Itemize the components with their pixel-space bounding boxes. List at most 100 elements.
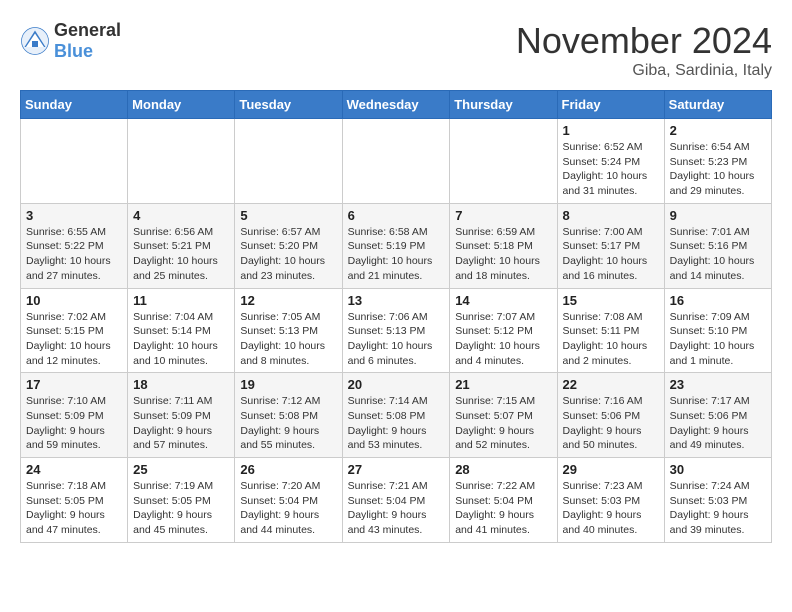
calendar-cell <box>235 119 342 204</box>
day-info: Sunrise: 6:56 AM Sunset: 5:21 PM Dayligh… <box>133 225 229 284</box>
day-number: 14 <box>455 293 551 308</box>
calendar-cell: 1 Sunrise: 6:52 AM Sunset: 5:24 PM Daylig… <box>557 119 664 204</box>
calendar-week-row: 10 Sunrise: 7:02 AM Sunset: 5:15 PM Dayli… <box>21 288 772 373</box>
day-info: Sunrise: 7:15 AM Sunset: 5:07 PM Dayligh… <box>455 394 551 453</box>
calendar-cell: 7Sunrise: 6:59 AM Sunset: 5:18 PM Daylig… <box>450 203 557 288</box>
day-number: 26 <box>240 462 336 477</box>
weekday-header: Sunday <box>21 91 128 119</box>
calendar-cell: 15 Sunrise: 7:08 AM Sunset: 5:11 PM Dayli… <box>557 288 664 373</box>
day-info: Sunrise: 7:16 AM Sunset: 5:06 PM Dayligh… <box>563 394 659 453</box>
calendar-cell: 21 Sunrise: 7:15 AM Sunset: 5:07 PM Dayli… <box>450 373 557 458</box>
calendar-cell <box>128 119 235 204</box>
day-number: 19 <box>240 377 336 392</box>
calendar-table: SundayMondayTuesdayWednesdayThursdayFrid… <box>20 90 772 543</box>
calendar-cell: 19 Sunrise: 7:12 AM Sunset: 5:08 PM Dayli… <box>235 373 342 458</box>
day-info: Sunrise: 7:00 AM Sunset: 5:17 PM Dayligh… <box>563 225 659 284</box>
weekday-header: Friday <box>557 91 664 119</box>
day-info: Sunrise: 7:07 AM Sunset: 5:12 PM Dayligh… <box>455 310 551 369</box>
calendar-cell: 25Sunrise: 7:19 AM Sunset: 5:05 PM Dayli… <box>128 458 235 543</box>
day-number: 1 <box>563 123 659 138</box>
day-number: 8 <box>563 208 659 223</box>
day-info: Sunrise: 6:57 AM Sunset: 5:20 PM Dayligh… <box>240 225 336 284</box>
calendar-cell: 14 Sunrise: 7:07 AM Sunset: 5:12 PM Dayli… <box>450 288 557 373</box>
location-subtitle: Giba, Sardinia, Italy <box>516 62 772 80</box>
calendar-cell: 4 Sunrise: 6:56 AM Sunset: 5:21 PM Daylig… <box>128 203 235 288</box>
calendar-cell: 12 Sunrise: 7:05 AM Sunset: 5:13 PM Dayli… <box>235 288 342 373</box>
month-title: November 2024 <box>516 20 772 62</box>
day-info: Sunrise: 7:23 AM Sunset: 5:03 PM Dayligh… <box>563 479 659 538</box>
calendar-cell: 30 Sunrise: 7:24 AM Sunset: 5:03 PM Dayli… <box>664 458 771 543</box>
day-info: Sunrise: 7:24 AM Sunset: 5:03 PM Dayligh… <box>670 479 766 538</box>
calendar-cell: 27 Sunrise: 7:21 AM Sunset: 5:04 PM Dayli… <box>342 458 450 543</box>
day-info: Sunrise: 6:55 AM Sunset: 5:22 PM Dayligh… <box>26 225 122 284</box>
day-info: Sunrise: 6:52 AM Sunset: 5:24 PM Dayligh… <box>563 140 659 199</box>
day-info: Sunrise: 7:11 AM Sunset: 5:09 PM Dayligh… <box>133 394 229 453</box>
logo: General Blue <box>20 20 121 62</box>
calendar-cell: 17 Sunrise: 7:10 AM Sunset: 5:09 PM Dayli… <box>21 373 128 458</box>
calendar-cell: 22 Sunrise: 7:16 AM Sunset: 5:06 PM Dayli… <box>557 373 664 458</box>
day-number: 28 <box>455 462 551 477</box>
day-number: 3 <box>26 208 122 223</box>
day-number: 15 <box>563 293 659 308</box>
day-number: 30 <box>670 462 766 477</box>
day-number: 10 <box>26 293 122 308</box>
day-number: 4 <box>133 208 229 223</box>
day-number: 23 <box>670 377 766 392</box>
day-info: Sunrise: 7:06 AM Sunset: 5:13 PM Dayligh… <box>348 310 445 369</box>
day-info: Sunrise: 7:14 AM Sunset: 5:08 PM Dayligh… <box>348 394 445 453</box>
day-number: 21 <box>455 377 551 392</box>
calendar-cell: 23 Sunrise: 7:17 AM Sunset: 5:06 PM Dayli… <box>664 373 771 458</box>
day-info: Sunrise: 7:05 AM Sunset: 5:13 PM Dayligh… <box>240 310 336 369</box>
day-info: Sunrise: 7:10 AM Sunset: 5:09 PM Dayligh… <box>26 394 122 453</box>
day-number: 13 <box>348 293 445 308</box>
day-number: 12 <box>240 293 336 308</box>
day-info: Sunrise: 7:21 AM Sunset: 5:04 PM Dayligh… <box>348 479 445 538</box>
weekday-header: Monday <box>128 91 235 119</box>
day-number: 11 <box>133 293 229 308</box>
day-info: Sunrise: 7:04 AM Sunset: 5:14 PM Dayligh… <box>133 310 229 369</box>
calendar-week-row: 1 Sunrise: 6:52 AM Sunset: 5:24 PM Daylig… <box>21 119 772 204</box>
day-number: 2 <box>670 123 766 138</box>
day-number: 5 <box>240 208 336 223</box>
logo-icon <box>20 26 50 56</box>
calendar-cell: 9Sunrise: 7:01 AM Sunset: 5:16 PM Daylig… <box>664 203 771 288</box>
day-number: 27 <box>348 462 445 477</box>
day-info: Sunrise: 7:22 AM Sunset: 5:04 PM Dayligh… <box>455 479 551 538</box>
weekday-header: Saturday <box>664 91 771 119</box>
calendar-cell: 20 Sunrise: 7:14 AM Sunset: 5:08 PM Dayli… <box>342 373 450 458</box>
calendar-cell: 2 Sunrise: 6:54 AM Sunset: 5:23 PM Daylig… <box>664 119 771 204</box>
day-info: Sunrise: 7:09 AM Sunset: 5:10 PM Dayligh… <box>670 310 766 369</box>
weekday-header: Wednesday <box>342 91 450 119</box>
day-number: 17 <box>26 377 122 392</box>
weekday-header: Tuesday <box>235 91 342 119</box>
day-info: Sunrise: 7:20 AM Sunset: 5:04 PM Dayligh… <box>240 479 336 538</box>
calendar-cell: 6Sunrise: 6:58 AM Sunset: 5:19 PM Daylig… <box>342 203 450 288</box>
calendar-cell <box>21 119 128 204</box>
logo-general: General <box>54 20 121 40</box>
day-info: Sunrise: 7:08 AM Sunset: 5:11 PM Dayligh… <box>563 310 659 369</box>
calendar-cell: 8 Sunrise: 7:00 AM Sunset: 5:17 PM Daylig… <box>557 203 664 288</box>
day-number: 6 <box>348 208 445 223</box>
day-info: Sunrise: 7:12 AM Sunset: 5:08 PM Dayligh… <box>240 394 336 453</box>
day-info: Sunrise: 6:59 AM Sunset: 5:18 PM Dayligh… <box>455 225 551 284</box>
calendar-week-row: 3 Sunrise: 6:55 AM Sunset: 5:22 PM Daylig… <box>21 203 772 288</box>
calendar-week-row: 24Sunrise: 7:18 AM Sunset: 5:05 PM Dayli… <box>21 458 772 543</box>
calendar-cell: 18Sunrise: 7:11 AM Sunset: 5:09 PM Dayli… <box>128 373 235 458</box>
day-info: Sunrise: 7:17 AM Sunset: 5:06 PM Dayligh… <box>670 394 766 453</box>
day-number: 20 <box>348 377 445 392</box>
calendar-cell: 13 Sunrise: 7:06 AM Sunset: 5:13 PM Dayli… <box>342 288 450 373</box>
calendar-cell: 29 Sunrise: 7:23 AM Sunset: 5:03 PM Dayli… <box>557 458 664 543</box>
calendar-cell: 11 Sunrise: 7:04 AM Sunset: 5:14 PM Dayli… <box>128 288 235 373</box>
calendar-cell <box>450 119 557 204</box>
calendar-cell: 10 Sunrise: 7:02 AM Sunset: 5:15 PM Dayli… <box>21 288 128 373</box>
weekday-header-row: SundayMondayTuesdayWednesdayThursdayFrid… <box>21 91 772 119</box>
day-info: Sunrise: 7:19 AM Sunset: 5:05 PM Dayligh… <box>133 479 229 538</box>
day-info: Sunrise: 6:54 AM Sunset: 5:23 PM Dayligh… <box>670 140 766 199</box>
day-number: 22 <box>563 377 659 392</box>
day-info: Sunrise: 7:02 AM Sunset: 5:15 PM Dayligh… <box>26 310 122 369</box>
day-number: 24 <box>26 462 122 477</box>
day-number: 29 <box>563 462 659 477</box>
day-number: 16 <box>670 293 766 308</box>
day-number: 9 <box>670 208 766 223</box>
page-header: General Blue November 2024 Giba, Sardini… <box>20 20 772 80</box>
